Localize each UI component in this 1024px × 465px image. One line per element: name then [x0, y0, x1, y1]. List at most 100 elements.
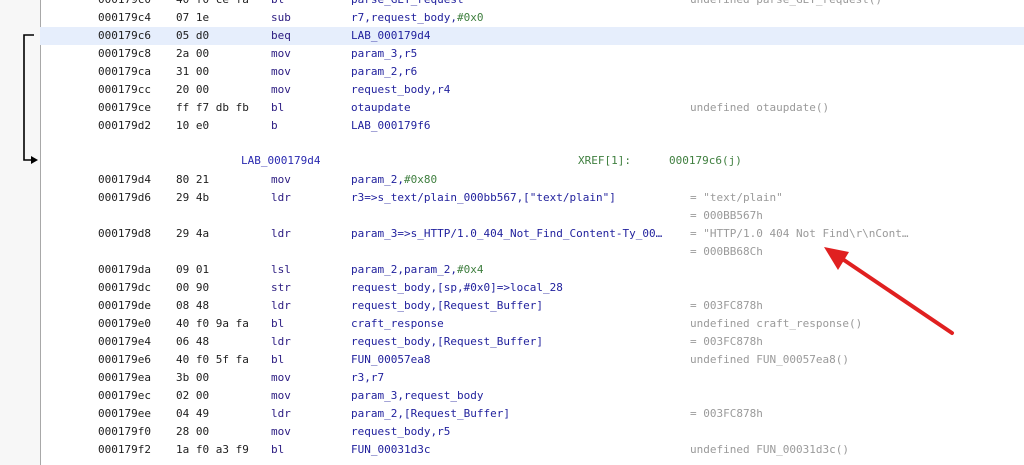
instruction-operands[interactable]: request_body,r5: [351, 423, 450, 441]
instruction-operands[interactable]: param_2,param_2,#0x4: [351, 261, 483, 279]
instruction-bytes: 08 48: [176, 299, 210, 312]
listing-row[interactable]: 000179e6 40 f0 5f fa bl FUN_00057ea8 und…: [40, 351, 1024, 369]
instruction-comment: = "HTTP/1.0 404 Not Find\r\nCont…: [690, 227, 909, 240]
listing-row[interactable]: 000179c8 2a 00 mov param_3,r5: [40, 45, 1024, 63]
instruction-bytes: 1a f0 a3 f9: [176, 443, 249, 456]
instruction-operands[interactable]: param_3=>s_HTTP/1.0_404_Not_Find_Content…: [351, 225, 662, 243]
instruction-mnemonic: ldr: [271, 227, 291, 240]
instruction-address: 000179e6: [98, 353, 151, 366]
instruction-mnemonic: mov: [271, 425, 291, 438]
instruction-bytes: 29 4b: [176, 191, 210, 204]
instruction-address: 000179e0: [98, 317, 151, 330]
instruction-mnemonic: ldr: [271, 335, 291, 348]
listing-row[interactable]: 000179c0 40 f0 ce fa bl parse_GET_reques…: [40, 0, 1024, 9]
instruction-bytes: 28 00: [176, 425, 210, 438]
listing-row[interactable]: 000179ea 3b 00 mov r3,r7: [40, 369, 1024, 387]
listing-row[interactable]: 000179d8 29 4a ldr param_3=>s_HTTP/1.0_4…: [40, 225, 1024, 243]
listing-row[interactable]: 000179d2 10 e0 b LAB_000179f6: [40, 117, 1024, 135]
instruction-mnemonic: bl: [271, 443, 285, 456]
instruction-comment: undefined parse_GET_request(): [690, 0, 882, 9]
instruction-address: 000179d4: [98, 173, 151, 186]
instruction-operands[interactable]: r3,r7: [351, 369, 384, 387]
instruction-mnemonic: bl: [271, 101, 285, 114]
instruction-bytes: 06 48: [176, 335, 210, 348]
instruction-address: 000179d6: [98, 191, 151, 204]
instruction-operands[interactable]: FUN_00031d3c: [351, 441, 430, 459]
listing-row[interactable]: 000179ee 04 49 ldr param_2,[Request_Buff…: [40, 405, 1024, 423]
label-row[interactable]: LAB_000179d4 XREF[1]: 000179c6(j): [40, 152, 1024, 170]
instruction-bytes: 02 00: [176, 389, 210, 402]
instruction-bytes: 10 e0: [176, 119, 210, 132]
instruction-operands[interactable]: r3=>s_text/plain_000bb567,["text/plain"]: [351, 189, 616, 207]
instruction-operands[interactable]: FUN_00057ea8: [351, 351, 430, 369]
instruction-bytes: 09 01: [176, 263, 210, 276]
instruction-bytes: 40 f0 ce fa: [176, 0, 249, 9]
listing-row[interactable]: 000179ec 02 00 mov param_3,request_body: [40, 387, 1024, 405]
instruction-mnemonic: mov: [271, 83, 291, 96]
instruction-mnemonic: mov: [271, 173, 291, 186]
instruction-bytes: 05 d0: [176, 29, 210, 42]
instruction-address: 000179ce: [98, 101, 151, 114]
instruction-mnemonic: mov: [271, 65, 291, 78]
instruction-address: 000179d2: [98, 119, 151, 132]
xref-address[interactable]: 000179c6(j): [669, 152, 742, 170]
instruction-bytes: 40 f0 5f fa: [176, 353, 249, 366]
listing-row[interactable]: 000179ca 31 00 mov param_2,r6: [40, 63, 1024, 81]
instruction-address: 000179ca: [98, 65, 151, 78]
instruction-operands[interactable]: request_body,[Request_Buffer]: [351, 297, 543, 315]
instruction-operands[interactable]: request_body,r4: [351, 81, 450, 99]
instruction-comment: = 000BB68Ch: [690, 245, 763, 258]
instruction-bytes: 07 1e: [176, 11, 210, 24]
instruction-operands[interactable]: param_2,r6: [351, 63, 417, 81]
instruction-operands[interactable]: param_2,#0x80: [351, 171, 437, 189]
listing-row[interactable]: 000179da 09 01 lsl param_2,param_2,#0x4: [40, 261, 1024, 279]
instruction-operands[interactable]: request_body,[sp,#0x0]=>local_28: [351, 279, 563, 297]
listing-row[interactable]: 000179ce ff f7 db fb bl otaupdate undefi…: [40, 99, 1024, 117]
instruction-mnemonic: sub: [271, 11, 291, 24]
listing-row[interactable]: 000179d6 29 4b ldr r3=>s_text/plain_000b…: [40, 189, 1024, 207]
listing-row[interactable]: 000179e4 06 48 ldr request_body,[Request…: [40, 333, 1024, 351]
instruction-bytes: 80 21: [176, 173, 210, 186]
disassembly-listing[interactable]: 000179c0 40 f0 ce fa bl parse_GET_reques…: [40, 0, 1024, 465]
instruction-mnemonic: mov: [271, 389, 291, 402]
instruction-operands[interactable]: LAB_000179d4: [351, 27, 430, 45]
instruction-bytes: 20 00: [176, 83, 210, 96]
instruction-bytes: 31 00: [176, 65, 210, 78]
instruction-operands[interactable]: craft_response: [351, 315, 444, 333]
instruction-operands[interactable]: param_2,[Request_Buffer]: [351, 405, 510, 423]
instruction-address: 000179c4: [98, 11, 151, 24]
listing-row[interactable]: 000179c4 07 1e sub r7,request_body,#0x0: [40, 9, 1024, 27]
listing-row[interactable]: 000179e0 40 f0 9a fa bl craft_response u…: [40, 315, 1024, 333]
xref-label: XREF[1]:: [578, 154, 631, 167]
instruction-address: 000179dc: [98, 281, 151, 294]
listing-row[interactable]: 000179de 08 48 ldr request_body,[Request…: [40, 297, 1024, 315]
instruction-address: 000179e4: [98, 335, 151, 348]
instruction-address: 000179da: [98, 263, 151, 276]
listing-row-continuation[interactable]: = 000BB68Ch: [40, 243, 1024, 261]
instruction-mnemonic: mov: [271, 47, 291, 60]
instruction-operands[interactable]: LAB_000179f6: [351, 117, 430, 135]
listing-row-selected[interactable]: 000179c6 05 d0 beq LAB_000179d4: [40, 27, 1024, 45]
instruction-operands[interactable]: r7,request_body,#0x0: [351, 9, 483, 27]
instruction-bytes: ff f7 db fb: [176, 101, 249, 114]
instruction-bytes: 00 90: [176, 281, 210, 294]
instruction-bytes: 04 49: [176, 407, 210, 420]
code-label[interactable]: LAB_000179d4: [241, 152, 320, 170]
instruction-operands[interactable]: param_3,r5: [351, 45, 417, 63]
instruction-operands[interactable]: param_3,request_body: [351, 387, 483, 405]
instruction-comment: = 000BB567h: [690, 209, 763, 222]
instruction-comment: undefined FUN_00057ea8(): [690, 353, 849, 366]
instruction-operands[interactable]: otaupdate: [351, 99, 411, 117]
instruction-mnemonic: mov: [271, 371, 291, 384]
instruction-operands[interactable]: request_body,[Request_Buffer]: [351, 333, 543, 351]
instruction-mnemonic: str: [271, 281, 291, 294]
instruction-mnemonic: b: [271, 119, 278, 132]
listing-row[interactable]: 000179dc 00 90 str request_body,[sp,#0x0…: [40, 279, 1024, 297]
listing-row[interactable]: 000179f0 28 00 mov request_body,r5: [40, 423, 1024, 441]
listing-row[interactable]: 000179cc 20 00 mov request_body,r4: [40, 81, 1024, 99]
listing-row[interactable]: 000179f2 1a f0 a3 f9 bl FUN_00031d3c und…: [40, 441, 1024, 459]
instruction-bytes: 3b 00: [176, 371, 210, 384]
instruction-operands[interactable]: parse_GET_request: [351, 0, 464, 9]
listing-row-continuation[interactable]: = 000BB567h: [40, 207, 1024, 225]
listing-row[interactable]: 000179d4 80 21 mov param_2,#0x80: [40, 171, 1024, 189]
